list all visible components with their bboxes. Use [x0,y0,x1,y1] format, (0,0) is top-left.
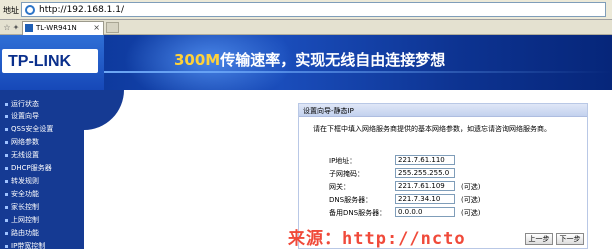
panel-title: 设置向导-静态IP [303,107,354,115]
gateway-label: 网关： [329,183,350,191]
sidebar-item-label: DHCP服务器 [11,164,52,172]
bullet-icon [5,114,8,118]
slogan-speed: 300M [174,51,221,69]
bullet-icon [5,179,8,183]
dns-server-label: DNS服务器： [329,196,373,204]
bullet-icon [5,166,8,170]
slogan-text: 传输速率，实现无线自由连接梦想 [220,51,446,69]
sidebar-item-label: QSS安全设置 [11,125,54,133]
sidebar-item-qss[interactable]: QSS安全设置 [5,124,53,134]
sidebar-item-label: 安全功能 [11,190,39,198]
add-favorite-icon[interactable]: ✦ [11,23,21,32]
logo-area: TP-LINK [0,35,104,90]
bullet-icon [5,140,8,144]
subnet-mask-label: 子网掩码： [329,170,364,178]
sidebar-item-status[interactable]: 运行状态 [5,99,39,109]
gateway-field[interactable]: 221.7.61.109 [395,181,455,191]
sidebar-item-wizard[interactable]: 设置向导 [5,111,39,121]
source-watermark: 来源：http://ncto [288,229,466,249]
address-label: 地址 [3,6,19,15]
sidebar-item-forwarding[interactable]: 转发规则 [5,176,39,186]
sidebar-item-label: 路由功能 [11,229,39,237]
backup-dns-optional-note: (可选) [461,209,481,217]
panel-instructions: 请在下框中填入网络服务商提供的基本网络参数，如遗忘请咨询网络服务商。 [313,125,551,133]
address-bar: 地址 http://192.168.1.1/ [0,0,612,20]
dns-server-field[interactable]: 221.7.34.10 [395,194,455,204]
back-button[interactable]: 上一步 [525,233,553,245]
new-tab-button[interactable] [106,22,119,33]
tp-link-logo: TP-LINK [2,49,98,73]
sidebar-item-label: 上网控制 [11,216,39,224]
sidebar-menu: 运行状态 设置向导 QSS安全设置 网络参数 无线设置 DHCP服务器 转发规则… [0,90,84,251]
gateway-optional-note: (可选) [461,183,481,191]
sidebar-item-parental[interactable]: 家长控制 [5,202,39,212]
subnet-mask-field[interactable]: 255.255.255.0 [395,168,455,178]
sidebar-item-dhcp[interactable]: DHCP服务器 [5,163,52,173]
backup-dns-field[interactable]: 0.0.0.0 [395,207,455,217]
ie-page-icon [25,5,35,15]
ip-address-label: IP地址： [329,157,357,165]
dns-optional-note: (可选) [461,196,481,204]
sidebar-item-label: 设置向导 [11,112,39,120]
panel-title-bar: 设置向导-静态IP [299,104,587,117]
sidebar-item-label: 家长控制 [11,203,39,211]
sidebar-item-bandwidth[interactable]: IP带宽控制 [5,241,45,251]
bullet-icon [5,102,8,106]
banner-slogan: 300M传输速率，实现无线自由连接梦想 [174,49,445,70]
sidebar-item-label: 网络参数 [11,138,39,146]
bullet-icon [5,192,8,196]
bullet-icon [5,153,8,157]
address-url[interactable]: http://192.168.1.1/ [39,5,124,15]
sidebar-item-security[interactable]: 安全功能 [5,189,39,199]
logo-text: TP-LINK [8,53,72,70]
bullet-icon [5,244,8,248]
address-input[interactable]: http://192.168.1.1/ [21,2,606,17]
sidebar-item-network[interactable]: 网络参数 [5,137,39,147]
sidebar-item-label: 转发规则 [11,177,39,185]
backup-dns-label: 备用DNS服务器： [329,209,387,217]
banner-light-line [104,71,612,73]
tab-router[interactable]: TL-WR941N × [22,21,104,35]
banner-image: 300M传输速率，实现无线自由连接梦想 [104,35,612,90]
header-banner: TP-LINK 300M传输速率，实现无线自由连接梦想 [0,35,612,90]
next-button[interactable]: 下一步 [556,233,584,245]
tab-title: TL-WR941N [36,24,77,32]
sidebar-item-routing[interactable]: 路由功能 [5,228,39,238]
sidebar-item-access-control[interactable]: 上网控制 [5,215,39,225]
bullet-icon [5,205,8,209]
tab-bar: ☆ ✦ TL-WR941N × [0,20,612,35]
bullet-icon [5,218,8,222]
bullet-icon [5,127,8,131]
sidebar-item-wireless[interactable]: 无线设置 [5,150,39,160]
tab-close-icon[interactable]: × [93,23,100,32]
tab-favicon-icon [25,24,33,32]
bullet-icon [5,231,8,235]
sidebar-item-label: 运行状态 [11,100,39,108]
ip-address-field[interactable]: 221.7.61.110 [395,155,455,165]
sidebar-item-label: 无线设置 [11,151,39,159]
